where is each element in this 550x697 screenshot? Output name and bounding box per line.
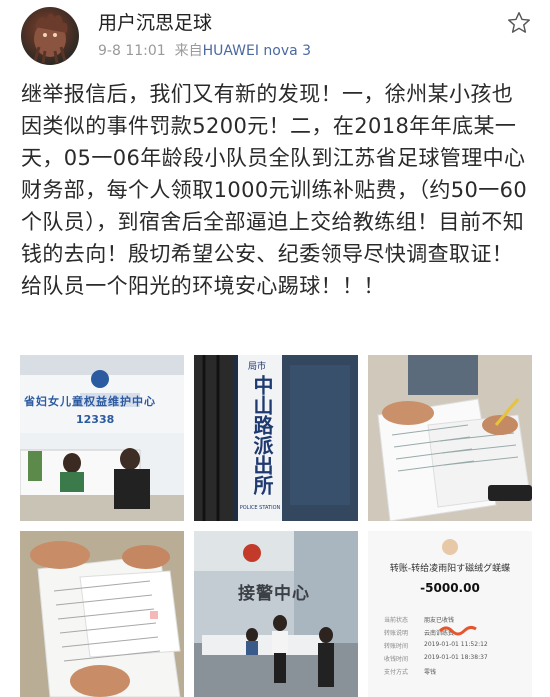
post-text: 继举报信后，我们又有新的发现！一，徐州某小孩也因类似的事件罚款5200元！二，在…	[21, 82, 528, 298]
payment-row-label: 收钱时间	[384, 656, 409, 663]
photo-alarm-center[interactable]: 接警中心	[194, 531, 358, 697]
via-prefix: 来自	[174, 43, 203, 59]
username[interactable]: 用户沉思足球	[98, 8, 212, 35]
hotline-number: 12338	[76, 413, 115, 426]
post-meta: 9-8 11:01 来自HUAWEI nova 3	[98, 40, 311, 60]
payment-row: 转账时间 2019-01-01 11:52:12	[384, 641, 524, 650]
photo-police-station[interactable]: 局市 中山路派出所 POLICE STATION	[194, 355, 358, 521]
photo-documents-hands[interactable]	[20, 531, 184, 697]
payment-title: 转账-转给凌雨阳す磁绒グ蜣蝶	[389, 564, 511, 574]
payment-row-value: 2019-01-01 18:38:37	[424, 654, 488, 661]
alarm-center-sign: 接警中心	[238, 584, 310, 604]
post-header: 用户沉思足球 9-8 11:01 来自HUAWEI nova 3	[0, 0, 550, 72]
payment-row-label: 当前状态	[384, 617, 409, 624]
timestamp: 9-8 11:01	[98, 43, 166, 59]
station-sign-english: POLICE STATION	[239, 505, 281, 511]
photo-signing-documents[interactable]	[368, 355, 532, 521]
payment-row-value: 2019-01-01 11:52:12	[424, 641, 488, 648]
star-outline-icon[interactable]	[506, 10, 532, 36]
payment-row: 支付方式 零钱	[384, 667, 524, 676]
photo-grid: 省妇女儿童权益维护中心 12338 局市 中山路派出所 POLICE STATI…	[20, 355, 532, 697]
payment-row-label: 支付方式	[384, 669, 409, 676]
payment-amount: -5000.00	[420, 581, 480, 595]
payment-row: 收钱时间 2019-01-01 18:38:37	[384, 654, 524, 663]
payment-avatar	[442, 539, 458, 555]
payment-row-label: 转账说明	[384, 630, 409, 637]
redaction-scribble	[438, 625, 477, 636]
user-avatar[interactable]	[21, 7, 79, 65]
station-sign-top: 局市	[248, 362, 267, 372]
payment-row-value: 零钱	[424, 669, 437, 676]
rights-center-sign: 省妇女儿童权益维护中心	[24, 395, 156, 408]
payment-row-label: 转账时间	[384, 643, 409, 650]
photo-rights-center[interactable]: 省妇女儿童权益维护中心 12338	[20, 355, 184, 521]
device-link[interactable]: HUAWEI nova 3	[203, 43, 312, 59]
photo-payment-record[interactable]: 转账-转给凌雨阳す磁绒グ蜣蝶 -5000.00 当前状态 朋友已收钱 转账说明 …	[368, 531, 532, 697]
station-sign: 中山路派出所	[250, 375, 274, 495]
